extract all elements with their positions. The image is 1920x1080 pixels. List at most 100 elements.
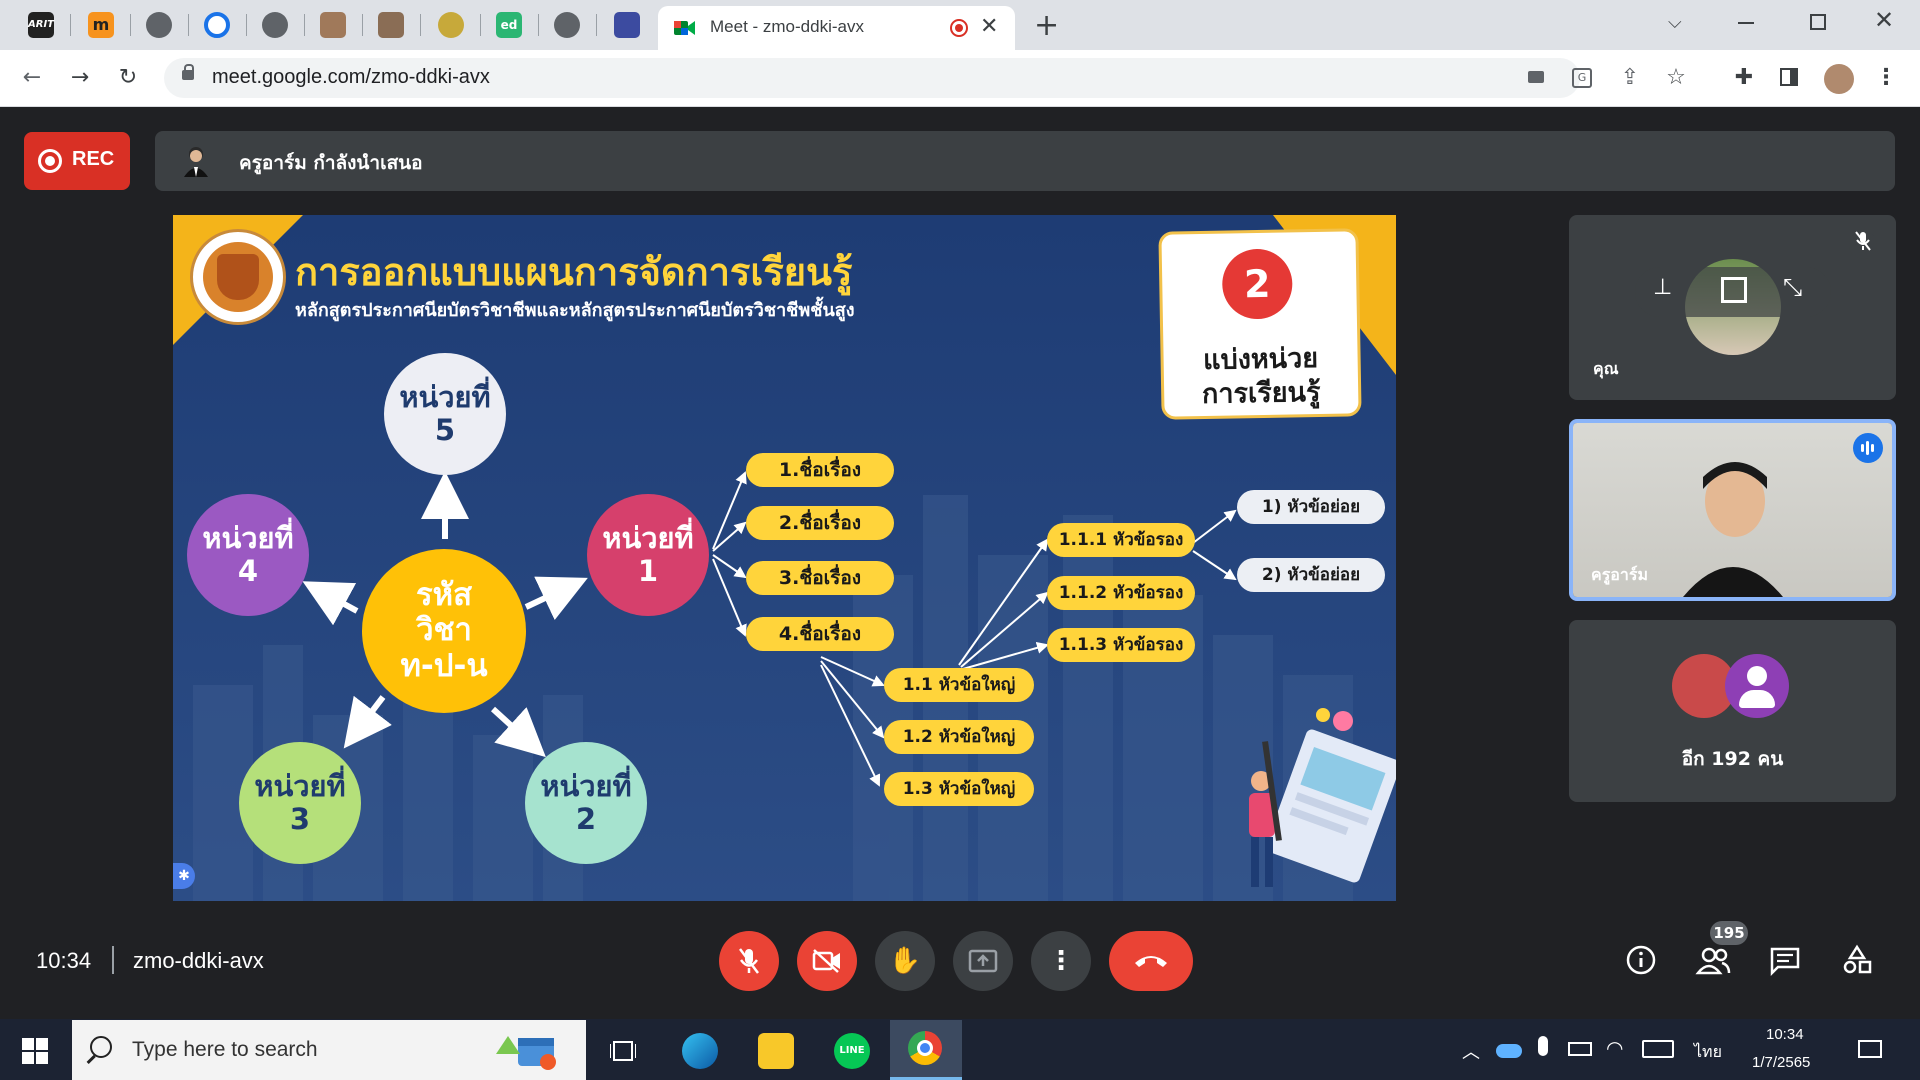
clock-date[interactable]: 1/7/2565 [1752,1054,1810,1071]
tab-separator [188,14,189,36]
tab-seal[interactable] [438,12,464,38]
line-app-icon[interactable]: LINE [834,1033,870,1069]
participants-count-badge: 195 [1710,921,1748,945]
tile-name-presenter: ครูอาร์ม [1591,565,1649,584]
others-count-label: อีก 192 คน [1681,748,1784,770]
arrow-left-icon[interactable]: ← [18,64,46,92]
center-line2: วิชา [416,612,472,649]
unit-3-number: 3 [289,802,311,836]
puzzle-icon[interactable]: ✚ [1730,64,1758,92]
tab-arit[interactable]: ARIT [28,12,54,38]
microphone-tray-icon[interactable] [1538,1036,1548,1056]
present-screen-icon [968,949,998,973]
close-window-icon[interactable]: ✕ [1874,6,1894,34]
pin-icon[interactable]: ⊥ [1653,275,1672,300]
leave-call-button[interactable] [1109,931,1193,991]
camera-off-icon [812,949,840,973]
star-icon[interactable]: ☆ [1662,64,1690,92]
browser-toolbar: ← → ↻ meet.google.com/zmo-ddki-avx G ⇪ ☆… [0,50,1920,107]
tab-globe-3[interactable] [554,12,580,38]
active-tab-title: Meet - zmo-ddki-avx [710,17,864,36]
activities-button[interactable] [1837,940,1877,980]
presenter-label: ครูอาร์ม กำลังนำเสนอ [239,152,423,174]
new-tab-button[interactable]: + [1034,8,1059,43]
speaking-indicator-icon [1853,433,1883,463]
active-tab[interactable]: Meet - zmo-ddki-avx ✕ [658,6,1015,50]
presentation-slide: การออกแบบแผนการจัดการเรียนรู้ หลักสูตรปร… [173,215,1396,901]
tab-separator [70,14,71,36]
minimize-icon[interactable] [1738,22,1754,24]
chat-button[interactable] [1765,940,1805,980]
clock-time[interactable]: 10:34 [1766,1026,1804,1043]
topic-pill-4: 4.ชื่อเรื่อง [746,617,894,651]
camera-icon[interactable] [1528,71,1544,83]
sub-heading-pill-1: 1.1.1 หัวข้อรอง [1047,523,1195,557]
sub-heading-pill-2: 1.1.2 หัวข้อรอง [1047,576,1195,610]
language-indicator[interactable]: ไทย [1694,1040,1722,1065]
people-icon [1695,947,1731,975]
tab-office[interactable]: O [204,12,230,38]
participant-tile-presenter[interactable]: ครูอาร์ม [1569,419,1896,601]
minor-heading-pill-2: 2) หัวข้อย่อย [1237,558,1385,592]
activities-icon [1843,944,1872,974]
windows-start-icon[interactable] [22,1038,48,1064]
restore-icon[interactable] [1810,14,1826,30]
tab-separator [420,14,421,36]
camera-toggle-button[interactable] [797,931,857,991]
side-panel-icon[interactable] [1780,68,1798,86]
share-icon[interactable]: ⇪ [1616,64,1644,92]
more-options-button[interactable]: ⋮ [1031,931,1091,991]
minimize-tile-icon[interactable]: ⤡ [1783,273,1802,301]
tab-avatar-1[interactable] [320,12,346,38]
present-now-button[interactable] [953,931,1013,991]
search-highlight-icon [488,1030,558,1072]
onedrive-icon[interactable] [1496,1044,1522,1058]
minor-heading-pill-1: 1) หัวข้อย่อย [1237,490,1385,524]
task-view-icon[interactable] [609,1038,637,1064]
profile-avatar[interactable] [1824,64,1854,94]
arrow-right-icon[interactable]: → [66,64,94,92]
translate-icon[interactable]: G [1572,68,1592,88]
more-vert-icon: ⋮ [1048,946,1074,976]
topic-pill-1: 1.ชื่อเรื่อง [746,453,894,487]
tab-search-chevron-icon[interactable]: ⌵ [1668,12,1682,33]
more-vert-icon[interactable]: ⋮ [1874,64,1898,92]
tab-globe-1[interactable] [146,12,172,38]
address-bar[interactable]: meet.google.com/zmo-ddki-avx G ⇪ ☆ [164,58,1686,98]
chrome-taskbar-active[interactable] [890,1020,962,1080]
wifi-icon[interactable]: ◠ [1606,1036,1623,1060]
reload-icon[interactable]: ↻ [114,64,142,92]
meeting-details-button[interactable] [1621,940,1661,980]
presenter-person [1683,453,1783,597]
tab-moodle[interactable]: m [88,12,114,38]
tab-avatar-2[interactable] [378,12,404,38]
participant-tile-self[interactable]: ⊥ ⤡ คุณ [1569,215,1896,400]
tab-separator [596,14,597,36]
participant-tile-others[interactable]: อีก 192 คน [1569,620,1896,802]
tab-ed[interactable]: ed [496,12,522,38]
tab-separator [480,14,481,36]
url-text: meet.google.com/zmo-ddki-avx [212,66,490,88]
taskbar-search-box[interactable]: Type here to search [72,1020,586,1080]
unit-1-label: หน่วยที่ [602,520,694,555]
people-button[interactable] [1693,940,1733,980]
raise-hand-button[interactable]: ✋ [875,931,935,991]
chrome-icon [908,1031,942,1065]
unit-2-number: 2 [575,802,597,836]
notifications-icon[interactable] [1858,1040,1882,1058]
tab-forms[interactable] [614,12,640,38]
battery-icon[interactable] [1568,1042,1592,1056]
mic-toggle-button[interactable] [719,931,779,991]
file-explorer-icon[interactable] [758,1033,794,1069]
edge-icon[interactable] [682,1033,718,1069]
recording-button[interactable]: REC [24,132,130,190]
close-tab-icon[interactable]: ✕ [980,14,998,39]
keyboard-icon[interactable] [1642,1040,1674,1058]
main-heading-pill-3: 1.3 หัวข้อใหญ่ [884,772,1034,806]
record-icon [38,149,62,173]
show-hidden-icons-chevron[interactable]: ︿ [1462,1038,1480,1064]
meeting-code: zmo-ddki-avx [133,948,264,973]
unit-4-number: 4 [237,554,259,588]
grid-icon[interactable] [1721,277,1747,303]
tab-globe-2[interactable] [262,12,288,38]
